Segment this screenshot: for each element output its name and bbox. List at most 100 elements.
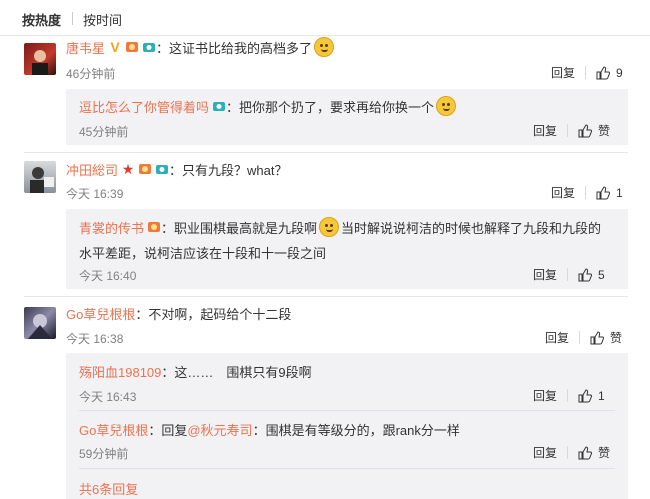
reply-text: ：这…… 围棋只有9段啊 (161, 364, 312, 380)
camera-badge-icon (142, 40, 156, 54)
commenter-name[interactable]: Go草兒根根 (66, 304, 135, 323)
action-divider (585, 66, 587, 79)
star-icon: ★ (121, 160, 135, 177)
like-count: 9 (616, 65, 623, 80)
like-count: 1 (598, 388, 605, 403)
reply-actions: 回复 赞 (533, 444, 610, 461)
comment-time: 46分钟前 (66, 67, 116, 81)
thumbs-up-icon (578, 267, 593, 281)
avatar[interactable] (24, 43, 56, 75)
replier-name[interactable]: Go草兒根根 (79, 420, 148, 439)
tab-by-time[interactable]: 按时间 (83, 10, 122, 29)
like-count: 5 (598, 267, 605, 282)
like-button[interactable]: 赞 (578, 122, 610, 139)
reply-text: ：回复 (148, 422, 188, 438)
reply-body: Go草兒根根 ：回复 @秋元寿司 ：围棋是有等级分的，跟rank分一样 (79, 420, 460, 438)
comment-text: ：只有九段？what？ (169, 162, 288, 178)
reply-button[interactable]: 回复 (533, 444, 557, 461)
like-count: 赞 (598, 124, 611, 138)
doge-emoji-icon (314, 37, 335, 57)
camera-badge-icon (155, 162, 169, 176)
like-count: 1 (616, 185, 623, 200)
comment-time: 今天 16:39 (66, 187, 124, 201)
reply-actions: 回复 1 (533, 387, 605, 404)
replier-name[interactable]: 青裳的传书 (79, 218, 144, 237)
reply-button[interactable]: 回复 (545, 329, 569, 346)
like-button[interactable]: 5 (578, 268, 605, 282)
member-badge-icon (125, 40, 139, 54)
like-count: 赞 (598, 446, 611, 460)
reply-text-line2: 水平差距，说柯洁应该在十段和十一段之间 (79, 245, 327, 261)
reply-divider (79, 410, 615, 411)
member-badge-icon (138, 162, 152, 176)
reply-actions: 回复 5 (533, 266, 605, 283)
verified-v-icon: V (110, 39, 120, 55)
replier-name[interactable]: 殇阳血198109 (79, 362, 161, 381)
reply-time: 45分钟前 (79, 125, 129, 139)
thumbs-up-icon (596, 185, 611, 199)
reply-time: 今天 16:40 (79, 269, 137, 283)
replier-name[interactable]: 逗比怎么了你管得着吗 (79, 97, 209, 116)
action-divider (567, 446, 569, 459)
reply-time: 59分钟前 (79, 447, 129, 461)
action-divider (579, 331, 581, 344)
show-all-replies-link[interactable]: 共6条回复 (79, 479, 138, 498)
reply-divider (79, 468, 615, 469)
comment-text: ：这证书比给我的高档多了 (156, 40, 313, 56)
comment-body: Go草兒根根 ：不对啊，起码给个十二段 (66, 304, 291, 322)
tab-divider (72, 12, 73, 25)
reply-time: 今天 16:43 (79, 390, 137, 404)
reply-text: ：把你那个扔了，要求再给你换一个 (226, 99, 435, 115)
comment-divider (24, 152, 628, 153)
reply-button[interactable]: 回复 (533, 387, 557, 404)
sort-tabs: 按热度 按时间 (0, 0, 650, 36)
commenter-name[interactable]: 冲田総司 (66, 160, 118, 179)
avatar[interactable] (24, 161, 56, 193)
action-divider (585, 186, 587, 199)
reply-button[interactable]: 回复 (551, 184, 575, 201)
like-button[interactable]: 1 (596, 186, 623, 200)
tab-by-hot[interactable]: 按热度 (22, 10, 61, 29)
action-divider (567, 124, 569, 137)
like-button[interactable]: 赞 (578, 444, 610, 461)
action-divider (567, 268, 569, 281)
reply-text-after: ：围棋是有等级分的，跟rank分一样 (252, 422, 460, 438)
comment-actions: 回复 9 (551, 64, 623, 81)
reply-body-line2: 水平差距，说柯洁应该在十段和十一段之间 (79, 243, 326, 261)
comment-body: 唐韦星 V ：这证书比给我的高档多了 (66, 37, 336, 57)
reply-actions: 回复 赞 (533, 122, 610, 139)
thumbs-up-icon (578, 445, 593, 459)
thumbs-up-icon (590, 330, 605, 344)
reply-body: 青裳的传书 ：职业围棋最高就是九段啊 当时解说说柯洁的时候也解释了九段和九段的 (79, 217, 602, 237)
comment-time: 今天 16:38 (66, 332, 124, 346)
thumbs-up-icon (596, 65, 611, 79)
comment-text: ：不对啊，起码给个十二段 (135, 306, 292, 322)
comment-actions: 回复 赞 (545, 329, 622, 346)
commenter-name[interactable]: 唐韦星 (66, 38, 105, 57)
avatar[interactable] (24, 307, 56, 339)
laughing-emoji-icon (319, 217, 340, 237)
reply-button[interactable]: 回复 (533, 122, 557, 139)
mention-link[interactable]: @秋元寿司 (187, 420, 252, 439)
action-divider (567, 389, 569, 402)
thumbs-up-icon (578, 388, 593, 402)
comment-body: 冲田総司 ★ ：只有九段？what？ (66, 160, 287, 178)
like-button[interactable]: 1 (578, 389, 605, 403)
reply-button[interactable]: 回复 (551, 64, 575, 81)
comment-divider (24, 296, 628, 297)
like-count: 赞 (610, 331, 623, 345)
reply-button[interactable]: 回复 (533, 266, 557, 283)
thumbs-up-icon (578, 123, 593, 137)
like-button[interactable]: 9 (596, 66, 623, 80)
camera-badge-icon (212, 99, 226, 113)
comment-actions: 回复 1 (551, 184, 623, 201)
reply-body: 殇阳血198109 ：这…… 围棋只有9段啊 (79, 362, 312, 380)
like-button[interactable]: 赞 (590, 329, 622, 346)
reply-text-continued: 当时解说说柯洁的时候也解释了九段和九段的 (341, 220, 602, 236)
reply-text: ：职业围棋最高就是九段啊 (161, 220, 318, 236)
member-badge-icon (147, 220, 161, 234)
reply-box: 殇阳血198109 ：这…… 围棋只有9段啊 今天 16:43 回复 1 Go草… (66, 353, 628, 499)
doge-emoji-icon (436, 96, 457, 116)
reply-box: 青裳的传书 ：职业围棋最高就是九段啊 当时解说说柯洁的时候也解释了九段和九段的 … (66, 209, 628, 289)
reply-body: 逗比怎么了你管得着吗 ：把你那个扔了，要求再给你换一个 (79, 96, 458, 116)
